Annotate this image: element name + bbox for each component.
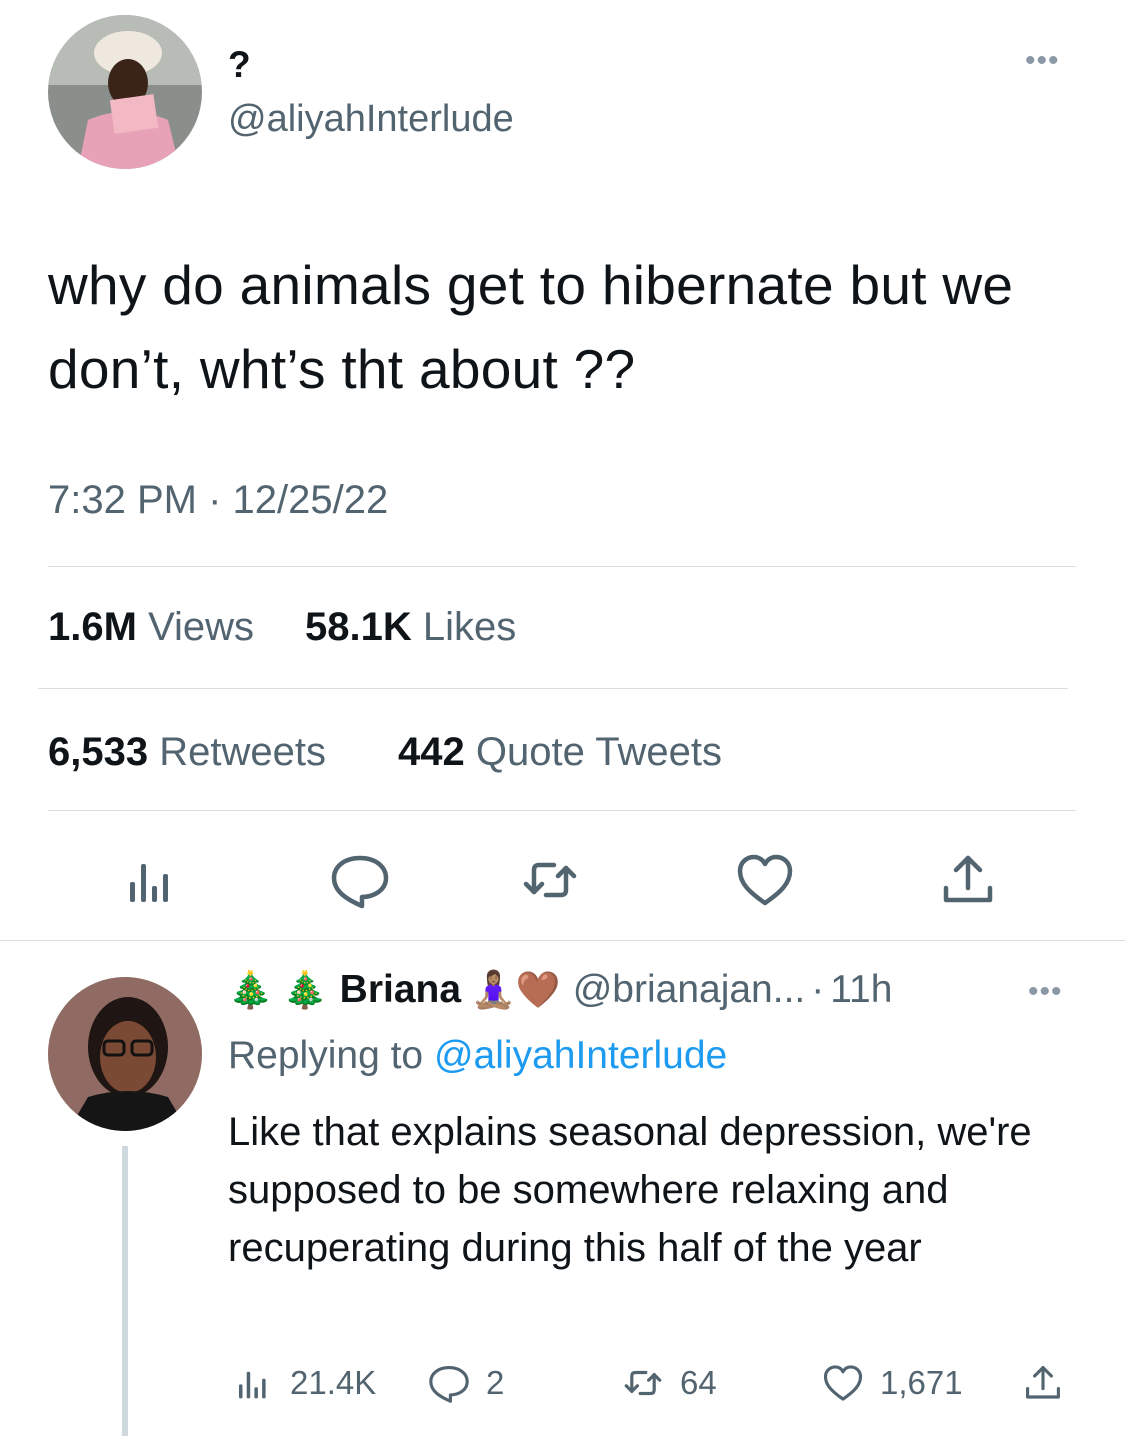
- views-stat: 1.6M Views: [48, 605, 254, 650]
- retweet-icon: [624, 1370, 662, 1396]
- tweet-time: 7:32 PM: [48, 478, 197, 522]
- share-icon[interactable]: [938, 850, 998, 910]
- reply-share-action[interactable]: [1022, 1362, 1080, 1404]
- divider: [38, 688, 1068, 689]
- retweets-stat[interactable]: 6,533 Retweets: [48, 730, 326, 775]
- name-prefix-emoji: 🎄 🎄: [228, 969, 328, 1010]
- views-label: Views: [148, 605, 255, 649]
- analytics-icon[interactable]: [120, 850, 180, 910]
- quote-tweets-stat[interactable]: 442 Quote Tweets: [398, 730, 722, 775]
- share-icon: [1026, 1366, 1060, 1399]
- avatar[interactable]: [48, 15, 202, 169]
- tweet-date: 12/25/22: [232, 478, 389, 522]
- reply-icon[interactable]: [330, 850, 390, 910]
- reply-header: 🎄 🎄 Briana 🧘🏽‍♀️🤎 @brianajan... · 11h: [228, 968, 892, 1012]
- likes-label: Likes: [422, 605, 517, 649]
- reply-icon: [429, 1366, 469, 1403]
- tweet-text: why do animals get to hibernate but we d…: [48, 254, 1014, 400]
- reply-reply-action[interactable]: 2: [428, 1362, 504, 1404]
- replying-to: Replying to @aliyahInterlude: [228, 1034, 727, 1078]
- divider: [48, 810, 1076, 811]
- reply-like-action[interactable]: 1,671: [822, 1362, 963, 1404]
- name-suffix-emoji: 🧘🏽‍♀️🤎: [471, 969, 561, 1010]
- divider: [0, 940, 1125, 941]
- user-handle[interactable]: @aliyahInterlude: [228, 98, 514, 141]
- reply-avatar-photo: [48, 977, 202, 1131]
- retweet-icon[interactable]: [520, 850, 580, 910]
- reply-avatar[interactable]: [48, 977, 202, 1131]
- reply-separator: ·: [811, 968, 825, 1011]
- views-count: 1.6M: [48, 605, 137, 649]
- analytics-icon: [239, 1371, 266, 1399]
- like-icon: [823, 1365, 863, 1401]
- reply-retweets-count: 64: [680, 1364, 717, 1401]
- meta-separator: ·: [208, 478, 222, 522]
- retweets-label: Retweets: [159, 730, 326, 774]
- replying-to-mention[interactable]: @aliyahInterlude: [434, 1034, 727, 1077]
- reply-time[interactable]: 11h: [830, 968, 892, 1012]
- reply-replies-count: 2: [486, 1364, 505, 1401]
- reply-views-count: 21.4K: [290, 1364, 377, 1401]
- display-name[interactable]: ?: [228, 44, 251, 86]
- reply-handle[interactable]: @brianajan...: [573, 968, 806, 1012]
- replying-label: Replying to: [228, 1034, 424, 1077]
- reply-retweet-action[interactable]: 64: [622, 1362, 717, 1404]
- quotes-label: Quote Tweets: [475, 730, 722, 774]
- reply-likes-count: 1,671: [880, 1364, 963, 1401]
- more-options-icon[interactable]: •••: [1025, 44, 1060, 78]
- likes-count: 58.1K: [305, 605, 412, 649]
- reply-views-action[interactable]: 21.4K: [232, 1362, 376, 1404]
- reply-display-name[interactable]: Briana: [340, 968, 461, 1012]
- like-icon[interactable]: [735, 850, 795, 910]
- likes-stat[interactable]: 58.1K Likes: [305, 605, 516, 650]
- tweet-timestamp[interactable]: 7:32 PM · 12/25/22: [48, 478, 388, 523]
- reply-more-options-icon[interactable]: •••: [1028, 975, 1063, 1009]
- thread-line: [122, 1146, 128, 1436]
- avatar-photo: [48, 15, 202, 169]
- quotes-count: 442: [398, 730, 465, 774]
- reply-text: Like that explains seasonal depression, …: [228, 1110, 1032, 1270]
- retweets-count: 6,533: [48, 730, 149, 774]
- divider: [48, 566, 1076, 567]
